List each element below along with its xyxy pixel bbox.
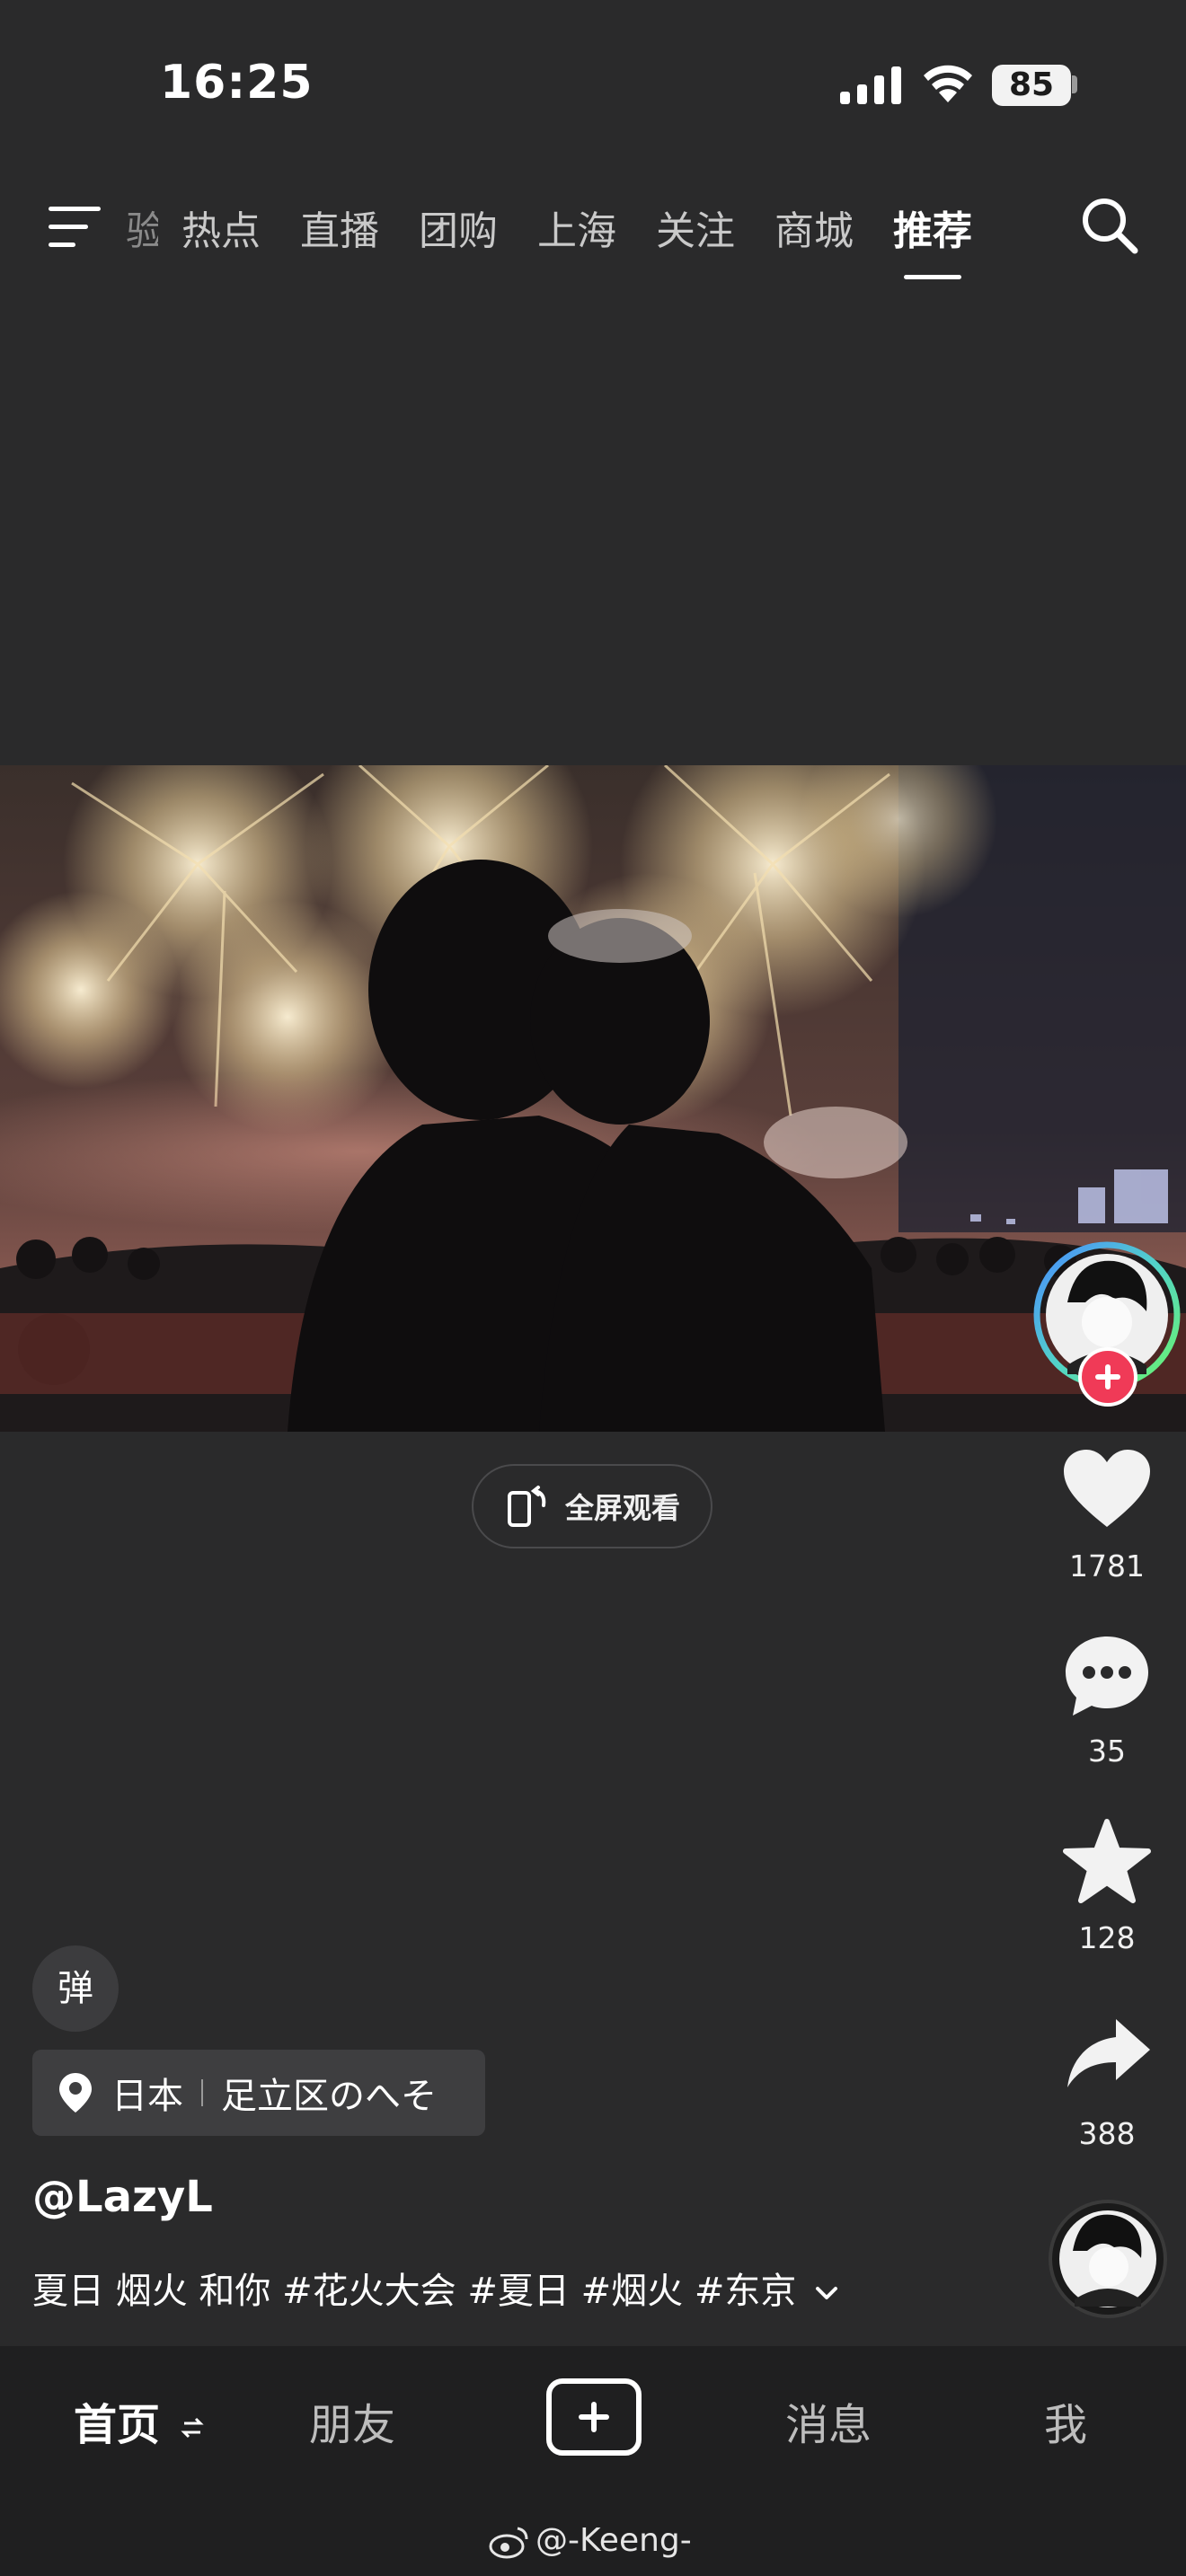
- location-place: 足立区のへそ: [221, 2076, 437, 2117]
- tab-group-buy[interactable]: 团购: [419, 198, 498, 256]
- danmu-toggle-button[interactable]: 弹: [32, 1945, 119, 2032]
- cellular-signal-icon: [840, 66, 901, 104]
- caption-text: 夏日 烟火 和你 #花火大会 #夏日 #烟火 #东京: [32, 2271, 797, 2312]
- fullscreen-label: 全屏观看: [564, 1491, 680, 1525]
- add-button[interactable]: [546, 2378, 642, 2456]
- location-separator: [201, 2079, 203, 2106]
- location-pin-icon: [59, 2073, 92, 2113]
- share-icon[interactable]: [1066, 2016, 1152, 2091]
- location-country: 日本: [111, 2076, 183, 2117]
- rotate-screen-icon: [507, 1486, 546, 1527]
- tab-following[interactable]: 关注: [656, 198, 735, 256]
- tab-recommend[interactable]: 推荐: [893, 198, 972, 279]
- watermark: @-Keeng-: [489, 2522, 692, 2559]
- nav-me[interactable]: 我: [1044, 2389, 1087, 2452]
- battery-cap: [1072, 75, 1077, 93]
- tab-partial[interactable]: 验: [126, 198, 158, 256]
- heart-icon[interactable]: [1062, 1448, 1152, 1531]
- tab-mall[interactable]: 商城: [774, 198, 854, 256]
- battery-indicator: 85: [992, 65, 1071, 106]
- weibo-logo-icon: [489, 2527, 528, 2558]
- swap-arrows-icon: [181, 2417, 204, 2439]
- plus-icon: [579, 2402, 609, 2432]
- status-time: 16:25: [160, 56, 314, 110]
- author-name[interactable]: @LazyL: [32, 2172, 213, 2222]
- tab-hot[interactable]: 热点: [181, 198, 261, 256]
- like-count: 1781: [1069, 1548, 1145, 1584]
- search-icon[interactable]: [1078, 194, 1141, 257]
- nav-friends[interactable]: 朋友: [309, 2389, 395, 2452]
- nav-home[interactable]: 首页: [74, 2389, 204, 2452]
- tab-city[interactable]: 上海: [537, 198, 616, 256]
- top-tabs: 验 热点 直播 团购 上海 关注 商城 推荐: [126, 196, 1012, 279]
- fullscreen-button[interactable]: 全屏观看: [472, 1464, 712, 1548]
- smoke-puff: [764, 1107, 907, 1178]
- location-chip[interactable]: 日本 足立区のへそ: [32, 2050, 485, 2136]
- chevron-down-icon[interactable]: [815, 2284, 838, 2302]
- watermark-text: @-Keeng-: [535, 2522, 692, 2559]
- wifi-icon: [924, 65, 972, 102]
- favorite-count: 128: [1078, 1920, 1136, 1955]
- music-disc-icon[interactable]: [1048, 2199, 1168, 2319]
- video-player[interactable]: [0, 765, 1186, 1432]
- follow-plus-icon[interactable]: [1078, 1347, 1137, 1407]
- tab-live[interactable]: 直播: [300, 198, 379, 256]
- nav-messages[interactable]: 消息: [785, 2389, 872, 2452]
- menu-icon[interactable]: [49, 205, 102, 250]
- nav-home-label: 首页: [74, 2400, 161, 2450]
- post-caption[interactable]: 夏日 烟火 和你 #花火大会 #夏日 #烟火 #东京: [32, 2262, 838, 2314]
- favorite-star-icon[interactable]: [1062, 1818, 1152, 1904]
- hair-accessory: [548, 909, 692, 963]
- share-count: 388: [1078, 2116, 1136, 2151]
- comment-count: 35: [1088, 1734, 1126, 1769]
- comment-icon[interactable]: [1062, 1633, 1152, 1719]
